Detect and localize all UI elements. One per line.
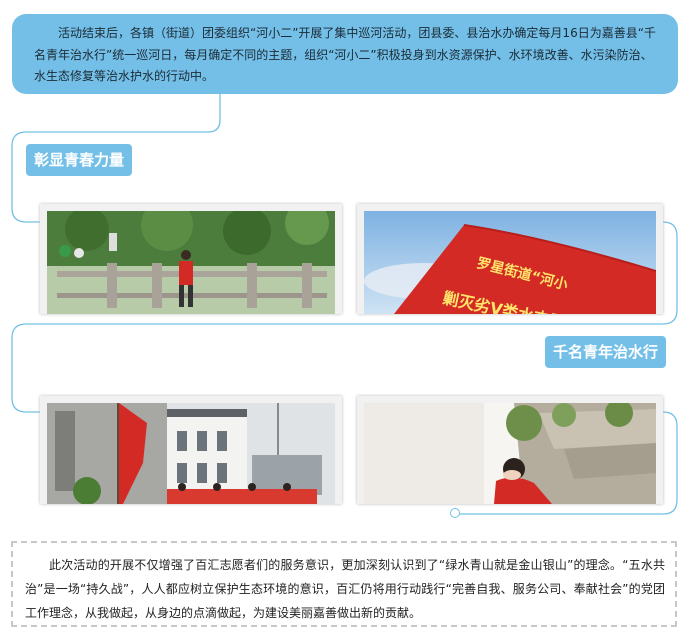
closing-paragraph: 此次活动的开展不仅增强了百汇志愿者们的服务意识，更加深刻认识到了“绿水青山就是金… (11, 541, 677, 627)
section-heading-youth-power: 彰显青春力量 (26, 144, 133, 176)
photo-volunteer-cleaning (357, 396, 663, 504)
section-heading-youth-water-action: 千名青年治水行 (545, 336, 667, 368)
timeline-dot (450, 508, 460, 518)
photo-volunteer-flag: 罗星街道“河小 剿灭劣Ⅴ类水志愿服务 (357, 204, 663, 314)
photo-building-volunteers (40, 396, 342, 504)
photo-park-volunteers (40, 204, 342, 314)
